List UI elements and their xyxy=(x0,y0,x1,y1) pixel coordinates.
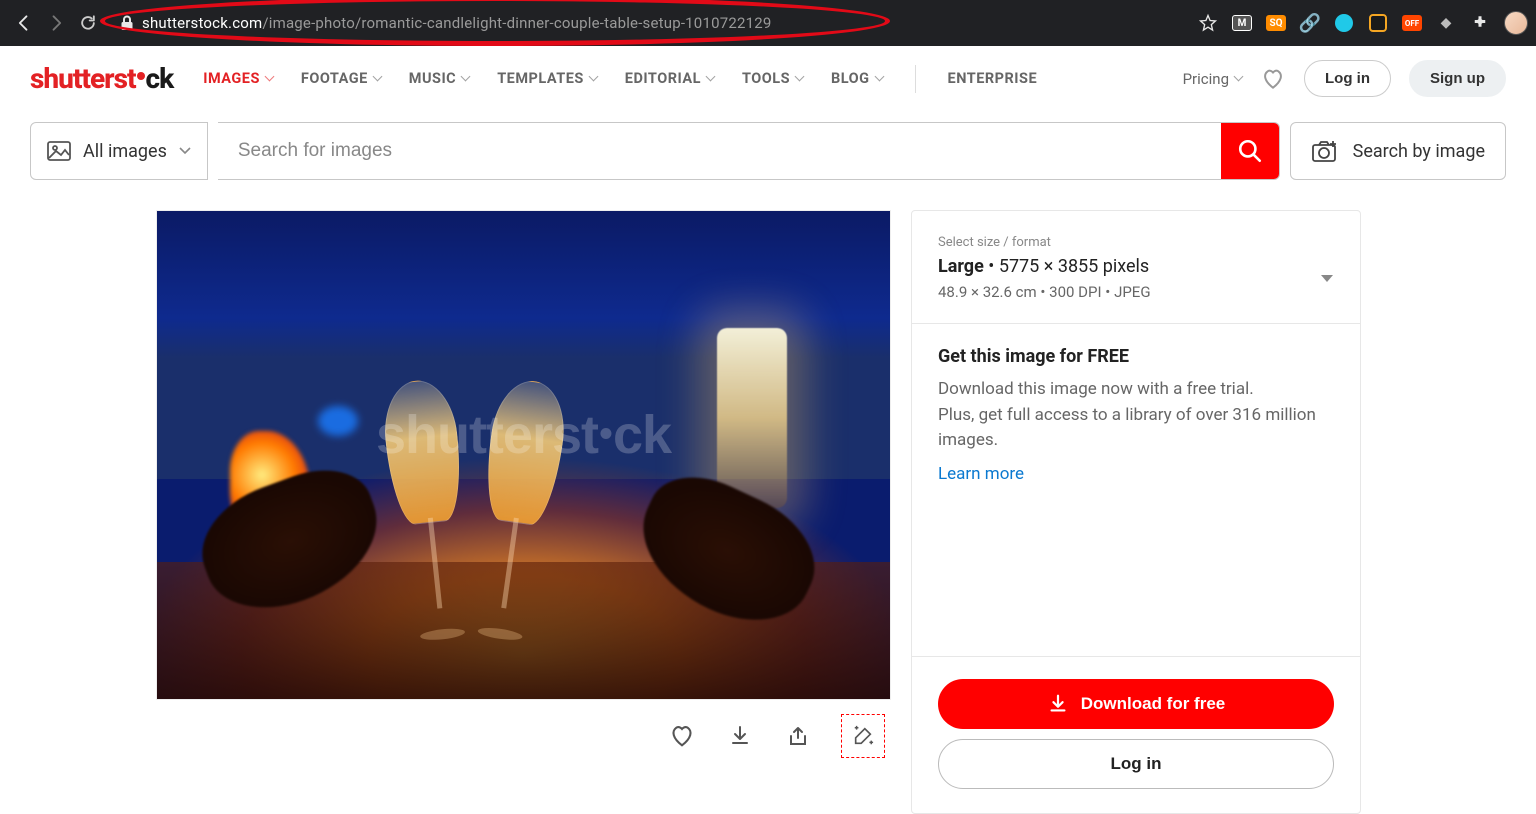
download-icon xyxy=(1047,693,1069,715)
promo-text-2: Plus, get full access to a library of ov… xyxy=(938,403,1334,454)
image-icon xyxy=(47,141,71,161)
ext-gray-icon[interactable]: ◆ xyxy=(1436,13,1456,33)
nav-tools[interactable]: TOOLS xyxy=(742,70,803,87)
nav-enterprise[interactable]: ENTERPRISE xyxy=(948,70,1038,87)
ext-gmail-icon[interactable]: M xyxy=(1232,15,1252,31)
ext-circle-icon[interactable] xyxy=(1334,13,1354,33)
login-button[interactable]: Log in xyxy=(1304,60,1391,97)
shutterstock-logo[interactable]: shutterstck xyxy=(30,62,173,95)
search-by-image-label: Search by image xyxy=(1353,141,1485,162)
panel-separator xyxy=(912,656,1360,657)
chevron-down-icon xyxy=(179,147,191,155)
reload-button[interactable] xyxy=(72,7,104,39)
nav-music[interactable]: MUSIC xyxy=(409,70,469,87)
search-category-dropdown[interactable]: All images xyxy=(30,122,208,180)
search-icon xyxy=(1237,138,1263,164)
size-label: Select size / format xyxy=(938,235,1334,250)
image-scene: shutterstck xyxy=(157,211,890,699)
promo-heading: Get this image for FREE xyxy=(938,346,1334,367)
lock-icon xyxy=(120,15,134,31)
site-header: shutterstck IMAGES FOOTAGE MUSIC TEMPLAT… xyxy=(0,46,1536,112)
promo-text-1: Download this image now with a free tria… xyxy=(938,377,1334,403)
star-icon[interactable] xyxy=(1198,13,1218,33)
camera-plus-icon xyxy=(1311,139,1339,163)
address-bar[interactable]: shutterstock.com/image-photo/romantic-ca… xyxy=(112,14,1186,32)
search-button[interactable] xyxy=(1221,123,1279,179)
learn-more-link[interactable]: Learn more xyxy=(938,464,1024,484)
signup-button[interactable]: Sign up xyxy=(1409,60,1506,97)
search-category-label: All images xyxy=(83,141,167,162)
forward-button[interactable] xyxy=(40,7,72,39)
url-text: shutterstock.com/image-photo/romantic-ca… xyxy=(142,14,771,32)
dropdown-caret-icon xyxy=(1320,274,1334,284)
panel-login-button[interactable]: Log in xyxy=(938,739,1334,789)
profile-avatar[interactable] xyxy=(1504,11,1528,35)
save-heart-button[interactable] xyxy=(667,721,697,751)
nav-templates[interactable]: TEMPLATES xyxy=(497,70,597,87)
search-input[interactable] xyxy=(218,123,1221,179)
size-sub: 48.9 × 32.6 cm • 300 DPI • JPEG xyxy=(938,283,1151,301)
header-right: Pricing Log in Sign up xyxy=(1183,60,1506,97)
chevron-down-icon xyxy=(1234,72,1244,82)
size-selector[interactable]: Large • 5775 × 3855 pixels 48.9 × 32.6 c… xyxy=(938,256,1334,301)
edit-button[interactable] xyxy=(841,714,885,758)
favorites-icon[interactable] xyxy=(1260,66,1286,92)
chevron-down-icon xyxy=(795,72,805,82)
chevron-down-icon xyxy=(706,72,716,82)
browser-chrome: shutterstock.com/image-photo/romantic-ca… xyxy=(0,0,1536,46)
chevron-down-icon xyxy=(461,72,471,82)
search-by-image-button[interactable]: Search by image xyxy=(1290,122,1506,180)
nav-editorial[interactable]: EDITORIAL xyxy=(625,70,714,87)
nav-images[interactable]: IMAGES xyxy=(203,70,273,87)
search-row: All images Search by image xyxy=(0,112,1536,180)
size-main: Large • 5775 × 3855 pixels xyxy=(938,256,1151,277)
search-box xyxy=(218,122,1280,180)
nav-separator xyxy=(915,65,916,93)
nav-footage[interactable]: FOOTAGE xyxy=(301,70,381,87)
panel-separator xyxy=(912,323,1360,324)
nav-pricing[interactable]: Pricing xyxy=(1183,70,1242,88)
purchase-panel: Select size / format Large • 5775 × 3855… xyxy=(911,210,1361,814)
ext-square-icon[interactable] xyxy=(1368,13,1388,33)
chevron-down-icon xyxy=(874,72,884,82)
image-column: shutterstck xyxy=(156,210,891,758)
chevron-down-icon xyxy=(264,72,274,82)
nav-blog[interactable]: BLOG xyxy=(831,70,883,87)
ext-link-icon[interactable]: 🔗 xyxy=(1300,13,1320,33)
browser-actions: M SQ 🔗 OFF ◆ xyxy=(1198,11,1528,35)
main-nav: IMAGES FOOTAGE MUSIC TEMPLATES EDITORIAL… xyxy=(203,65,1037,93)
chevron-down-icon xyxy=(372,72,382,82)
content: shutterstck Select size / format Large •… xyxy=(0,180,1536,814)
chevron-down-icon xyxy=(588,72,598,82)
back-button[interactable] xyxy=(8,7,40,39)
ext-off-icon[interactable]: OFF xyxy=(1402,15,1422,31)
extensions-icon[interactable] xyxy=(1470,13,1490,33)
preview-image[interactable]: shutterstck xyxy=(156,210,891,700)
share-button[interactable] xyxy=(783,721,813,751)
download-icon-button[interactable] xyxy=(725,721,755,751)
ext-sq-icon[interactable]: SQ xyxy=(1266,15,1286,31)
image-actions xyxy=(156,700,891,758)
download-free-button[interactable]: Download for free xyxy=(938,679,1334,729)
